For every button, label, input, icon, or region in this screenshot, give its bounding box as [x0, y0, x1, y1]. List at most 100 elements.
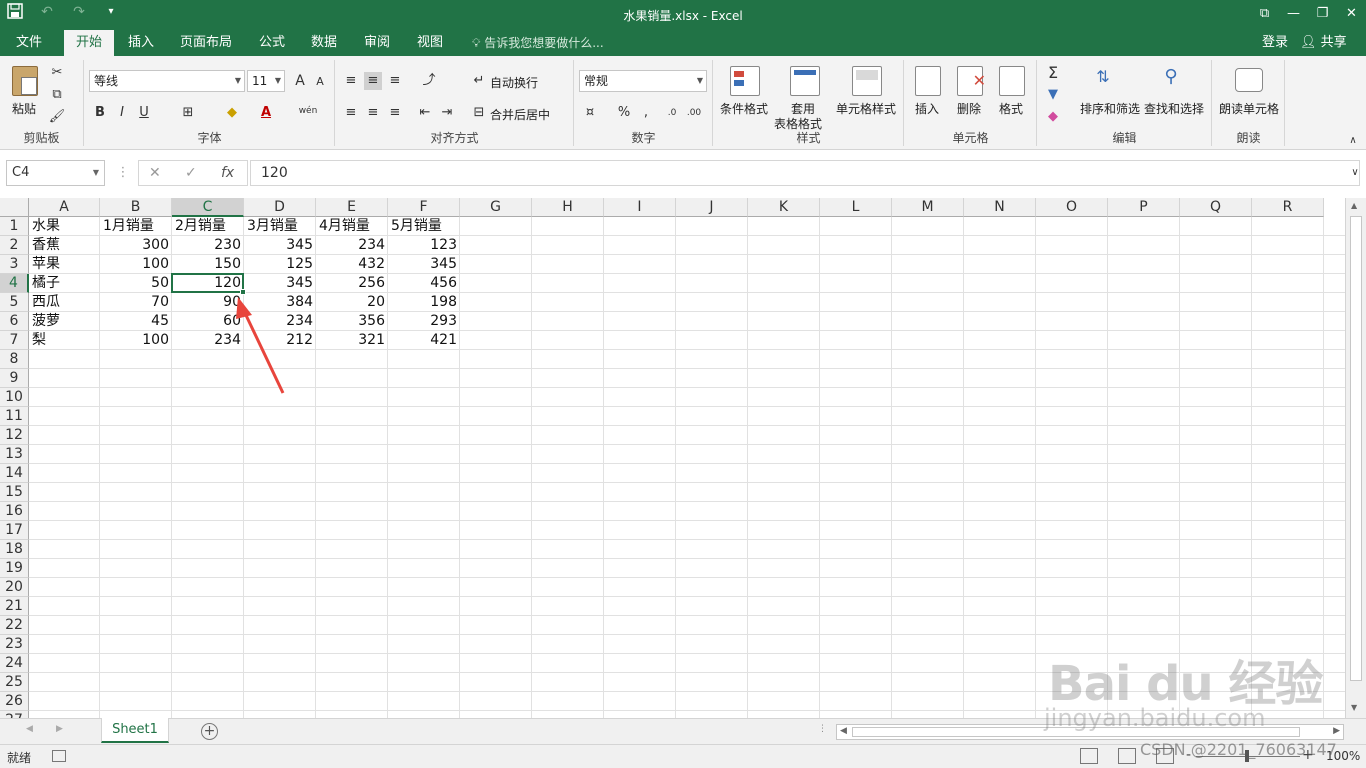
- cell-a7[interactable]: 梨: [29, 331, 100, 350]
- cell-a1[interactable]: 水果: [29, 217, 100, 236]
- cell-b2[interactable]: 300: [100, 236, 172, 255]
- row-header-11[interactable]: 11: [0, 407, 29, 426]
- column-header-g[interactable]: G: [460, 198, 532, 217]
- cell-f5[interactable]: 198: [388, 293, 460, 312]
- row-header-2[interactable]: 2: [0, 236, 29, 255]
- delete-cells-icon[interactable]: ✕: [957, 66, 986, 96]
- increase-decimal-icon[interactable]: .0: [663, 104, 681, 122]
- cell-b3[interactable]: 100: [100, 255, 172, 274]
- row-header-15[interactable]: 15: [0, 483, 29, 502]
- scroll-up-icon[interactable]: ▲: [1351, 201, 1357, 210]
- sort-filter-icon[interactable]: ⇅: [1094, 68, 1112, 86]
- cell-f3[interactable]: 345: [388, 255, 460, 274]
- row-header-23[interactable]: 23: [0, 635, 29, 654]
- row-header-13[interactable]: 13: [0, 445, 29, 464]
- format-cells-icon[interactable]: [999, 66, 1025, 96]
- row-header-17[interactable]: 17: [0, 521, 29, 540]
- decrease-decimal-icon[interactable]: .00: [685, 104, 703, 122]
- row-header-22[interactable]: 22: [0, 616, 29, 635]
- row-header-12[interactable]: 12: [0, 426, 29, 445]
- zoom-level[interactable]: 100%: [1326, 749, 1360, 763]
- column-header-m[interactable]: M: [892, 198, 964, 217]
- tell-me-box[interactable]: 💡︎ 告诉我您想要做什么...: [472, 30, 604, 56]
- fill-color-icon[interactable]: ◆: [223, 104, 241, 122]
- bold-button[interactable]: B: [91, 104, 109, 122]
- name-box[interactable]: C4 ▼: [6, 160, 105, 186]
- cell-d4[interactable]: 345: [244, 274, 316, 293]
- row-header-10[interactable]: 10: [0, 388, 29, 407]
- cell-a6[interactable]: 菠萝: [29, 312, 100, 331]
- speak-cells-icon[interactable]: [1235, 68, 1263, 92]
- comma-button[interactable]: ,: [637, 104, 655, 122]
- underline-button[interactable]: U: [135, 104, 153, 122]
- format-as-table-icon[interactable]: [790, 66, 820, 96]
- split-handle-icon[interactable]: ⋮: [818, 724, 827, 734]
- zoom-out-icon[interactable]: -: [1186, 747, 1191, 763]
- increase-indent-icon[interactable]: ⇥: [438, 104, 456, 122]
- merge-center-icon[interactable]: ⊟: [470, 104, 488, 122]
- cell-c3[interactable]: 150: [172, 255, 244, 274]
- insert-button[interactable]: 插入: [915, 100, 939, 117]
- format-button[interactable]: 格式: [999, 100, 1023, 117]
- normal-view-icon[interactable]: [1080, 748, 1098, 764]
- row-header-9[interactable]: 9: [0, 369, 29, 388]
- row-header-6[interactable]: 6: [0, 312, 29, 331]
- page-layout-view-icon[interactable]: [1118, 748, 1136, 764]
- currency-icon[interactable]: ¤: [581, 104, 599, 122]
- login-button[interactable]: 登录: [1262, 30, 1288, 56]
- column-header-p[interactable]: P: [1108, 198, 1180, 217]
- next-sheet-icon[interactable]: ▶: [56, 724, 63, 734]
- cell-styles-button[interactable]: 单元格样式: [836, 100, 896, 117]
- cell-b4[interactable]: 50: [100, 274, 172, 293]
- decrease-indent-icon[interactable]: ⇤: [416, 104, 434, 122]
- insert-cells-icon[interactable]: [915, 66, 941, 96]
- cell-e2[interactable]: 234: [316, 236, 388, 255]
- align-right-icon[interactable]: ≡: [386, 104, 404, 122]
- align-middle-icon[interactable]: ≡: [364, 72, 382, 90]
- cell-a3[interactable]: 苹果: [29, 255, 100, 274]
- enter-icon[interactable]: ✓: [185, 165, 197, 181]
- cell-e3[interactable]: 432: [316, 255, 388, 274]
- cell-f1[interactable]: 5月销量: [388, 217, 460, 236]
- fill-icon[interactable]: ▼: [1044, 86, 1062, 104]
- font-color-icon[interactable]: A: [257, 104, 275, 122]
- restore-icon[interactable]: ❐: [1308, 0, 1337, 30]
- row-header-25[interactable]: 25: [0, 673, 29, 692]
- row-header-5[interactable]: 5: [0, 293, 29, 312]
- minimize-icon[interactable]: —: [1279, 0, 1308, 30]
- cell-e4[interactable]: 256: [316, 274, 388, 293]
- delete-button[interactable]: 删除: [957, 100, 981, 117]
- add-sheet-icon[interactable]: +: [201, 723, 218, 740]
- column-header-l[interactable]: L: [820, 198, 892, 217]
- vertical-scrollbar[interactable]: ▲ ▼: [1345, 198, 1366, 718]
- column-header-d[interactable]: D: [244, 198, 316, 217]
- conditional-format-icon[interactable]: [730, 66, 760, 96]
- insert-function-icon[interactable]: fx: [221, 165, 234, 181]
- cell-b6[interactable]: 45: [100, 312, 172, 331]
- copy-icon[interactable]: ⧉: [48, 86, 66, 104]
- autosum-icon[interactable]: Σ: [1044, 64, 1062, 82]
- prev-sheet-icon[interactable]: ◀: [26, 724, 33, 734]
- cell-f4[interactable]: 456: [388, 274, 460, 293]
- expand-formula-bar-icon[interactable]: ∨: [1346, 164, 1364, 182]
- cell-e1[interactable]: 4月销量: [316, 217, 388, 236]
- font-size-combo[interactable]: 11 ▼: [247, 70, 285, 92]
- tab-review[interactable]: 审阅: [355, 30, 399, 56]
- more-options-icon[interactable]: ⋮: [114, 164, 132, 182]
- cell-a4[interactable]: 橘子: [29, 274, 100, 293]
- row-header-19[interactable]: 19: [0, 559, 29, 578]
- row-header-4[interactable]: 4: [0, 274, 29, 293]
- cell-c2[interactable]: 230: [172, 236, 244, 255]
- zoom-slider-knob[interactable]: [1245, 750, 1249, 762]
- align-center-icon[interactable]: ≡: [364, 104, 382, 122]
- row-header-18[interactable]: 18: [0, 540, 29, 559]
- tab-file[interactable]: 文件: [6, 30, 52, 56]
- tab-formulas[interactable]: 公式: [250, 30, 294, 56]
- cell-c1[interactable]: 2月销量: [172, 217, 244, 236]
- orientation-icon[interactable]: ⤴: [420, 72, 438, 90]
- row-header-14[interactable]: 14: [0, 464, 29, 483]
- scroll-left-icon[interactable]: ◀: [840, 726, 847, 736]
- tab-page-layout[interactable]: 页面布局: [170, 30, 242, 56]
- row-header-1[interactable]: 1: [0, 217, 29, 236]
- cell-d2[interactable]: 345: [244, 236, 316, 255]
